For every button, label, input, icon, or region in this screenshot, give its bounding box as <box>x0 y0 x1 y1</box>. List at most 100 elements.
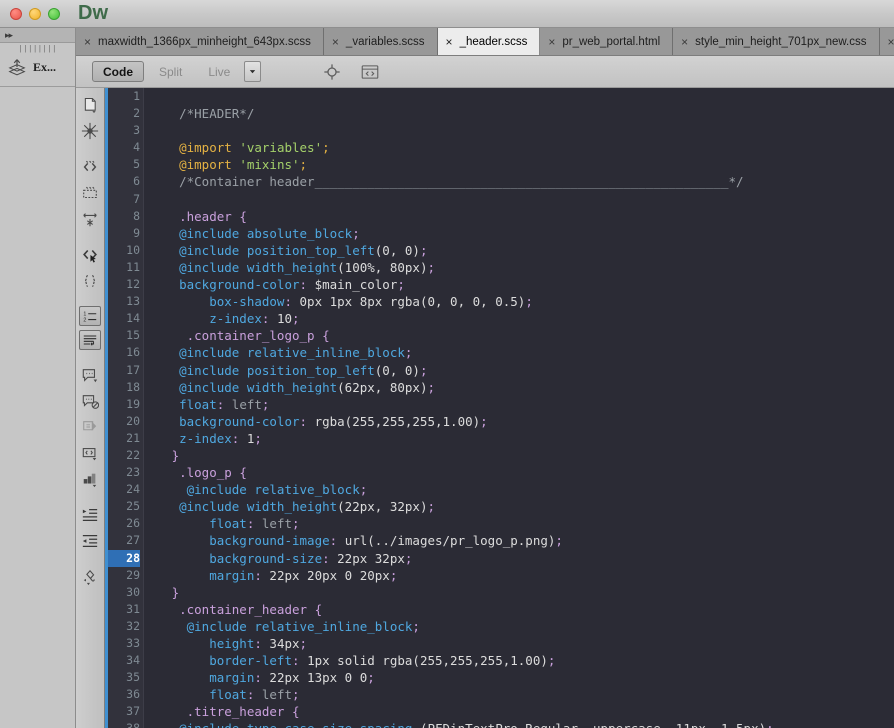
code-line[interactable]: 20 background-color: rgba(255,255,255,1.… <box>108 413 894 430</box>
code-line[interactable]: 3 <box>108 122 894 139</box>
minimize-window-button[interactable] <box>29 8 41 20</box>
code-editor[interactable]: 12 /*HEADER*/3 4 @import 'variables'; 5 @i… <box>108 88 894 728</box>
line-number: 3 <box>133 123 140 138</box>
code-text: float: left; <box>149 516 300 532</box>
document-tab[interactable]: × _header.scss <box>437 28 541 55</box>
code-line[interactable]: 19 float: left; <box>108 396 894 413</box>
tab-close-icon[interactable]: × <box>332 36 339 48</box>
line-number: 34 <box>126 653 140 668</box>
code-text: background-color: rgba(255,255,255,1.00)… <box>149 413 488 429</box>
code-line[interactable]: 37 .titre_header { <box>108 703 894 720</box>
tab-close-icon[interactable]: × <box>446 36 453 48</box>
tab-close-icon[interactable]: × <box>84 36 91 48</box>
left-dock-header[interactable]: ▸▸ <box>0 28 75 43</box>
panel-item-extract[interactable]: Ex... <box>0 55 75 86</box>
document-tab[interactable]: × maxwidth_1366px_minheight_643px.scss <box>76 28 324 55</box>
live-view-dropdown-button[interactable] <box>244 61 262 82</box>
word-wrap-icon[interactable] <box>79 330 101 350</box>
apply-comment-icon[interactable] <box>79 156 101 178</box>
tab-label: _variables.scss <box>345 35 425 48</box>
code-line[interactable]: 26 float: left; <box>108 515 894 532</box>
code-line[interactable]: 31 .container_header { <box>108 601 894 618</box>
document-tab[interactable]: × style_min_height_701px_new.css <box>673 28 880 55</box>
code-line[interactable]: 22 } <box>108 447 894 464</box>
code-line[interactable]: 18 @include width_height(62px, 80px); <box>108 379 894 396</box>
line-number: 8 <box>133 208 140 223</box>
collapse-selection-icon[interactable] <box>79 390 101 412</box>
document-toolbar: Code Split Live <box>76 56 894 88</box>
code-line[interactable]: 36 float: left; <box>108 686 894 703</box>
code-lines[interactable]: 12 /*HEADER*/3 4 @import 'variables'; 5 @i… <box>108 88 894 728</box>
code-line[interactable]: 12 background-color: $main_color; <box>108 276 894 293</box>
code-line[interactable]: 17 @include position_top_left(0, 0); <box>108 362 894 379</box>
line-numbers-icon[interactable]: 1 2 <box>79 306 101 326</box>
code-line[interactable]: 35 margin: 22px 13px 0 0; <box>108 669 894 686</box>
code-line[interactable]: 15 .container_logo_p { <box>108 327 894 344</box>
document-tab[interactable]: × _variables.scss <box>323 28 438 55</box>
code-line[interactable]: 10 @include position_top_left(0, 0); <box>108 242 894 259</box>
panel-body <box>0 87 75 687</box>
code-line[interactable]: 32 @include relative_inline_block; <box>108 618 894 635</box>
code-line[interactable]: 9 @include absolute_block; <box>108 225 894 242</box>
line-number: 32 <box>126 618 140 633</box>
line-number: 2 <box>133 106 140 121</box>
collapse-full-tag-icon[interactable] <box>79 364 101 386</box>
select-parent-tag-icon[interactable] <box>79 244 101 266</box>
code-line[interactable]: 4 @import 'variables'; <box>108 139 894 156</box>
code-view-button[interactable]: Code <box>92 61 144 82</box>
code-line[interactable]: 11 @include width_height(100%, 80px); <box>108 259 894 276</box>
code-line[interactable]: 7 <box>108 191 894 208</box>
code-text: .header { <box>149 208 247 224</box>
code-line[interactable]: 5 @import 'mixins'; <box>108 156 894 173</box>
live-view-target-icon[interactable] <box>323 63 341 81</box>
tab-close-icon[interactable]: × <box>548 36 555 48</box>
code-text: /*HEADER*/ <box>149 106 255 122</box>
code-line[interactable]: 1 <box>108 88 894 105</box>
close-window-button[interactable] <box>10 8 22 20</box>
code-line[interactable]: 6 /*Container header____________________… <box>108 173 894 190</box>
panel-grip[interactable]: |||||||| <box>0 45 75 55</box>
code-text: @include absolute_block; <box>149 225 360 241</box>
balance-braces-icon[interactable] <box>79 270 101 292</box>
expand-panels-icon[interactable]: ▸▸ <box>5 30 13 41</box>
expand-all-icon[interactable] <box>79 416 101 438</box>
line-number: 30 <box>126 584 140 599</box>
code-line[interactable]: 33 height: 34px; <box>108 635 894 652</box>
code-line[interactable]: 29 margin: 22px 20px 0 20px; <box>108 567 894 584</box>
code-line[interactable]: 24 @include relative_block; <box>108 481 894 498</box>
code-line[interactable]: 30 } <box>108 584 894 601</box>
recent-snippets-icon[interactable] <box>79 468 101 490</box>
zoom-window-button[interactable] <box>48 8 60 20</box>
code-line[interactable]: 21 z-index: 1; <box>108 430 894 447</box>
code-line[interactable]: 23 .logo_p { <box>108 464 894 481</box>
tab-close-icon[interactable]: × <box>888 36 894 48</box>
indent-code-icon[interactable] <box>79 504 101 526</box>
document-tab[interactable]: × pr_web_portal.html <box>540 28 674 55</box>
format-source-code-icon[interactable] <box>79 566 101 588</box>
code-line[interactable]: 8 .header { <box>108 208 894 225</box>
code-line[interactable]: 14 z-index: 10; <box>108 310 894 327</box>
remove-comment-icon[interactable] <box>79 182 101 204</box>
document-tab[interactable]: ×p <box>879 28 894 55</box>
code-line[interactable]: 27 background-image: url(../images/pr_lo… <box>108 532 894 549</box>
line-number: 26 <box>126 516 140 531</box>
code-line[interactable]: 16 @include relative_inline_block; <box>108 344 894 361</box>
tab-close-icon[interactable]: × <box>681 36 688 48</box>
highlight-invalid-code-icon[interactable] <box>79 120 101 142</box>
document-tab-bar: × maxwidth_1366px_minheight_643px.scss × _v… <box>0 28 894 56</box>
line-number: 36 <box>126 687 140 702</box>
code-line[interactable]: 38 @include type_case_size_spacing (PFDi… <box>108 720 894 728</box>
move-or-convert-css-icon[interactable] <box>79 442 101 464</box>
live-view-button[interactable]: Live <box>197 61 241 82</box>
code-line[interactable]: 25 @include width_height(22px, 32px); <box>108 498 894 515</box>
code-view-brackets-icon[interactable] <box>361 63 379 81</box>
code-line[interactable]: 34 border-left: 1px solid rgba(255,255,2… <box>108 652 894 669</box>
wrap-tag-icon[interactable] <box>79 208 101 230</box>
code-line[interactable]: 28 background-size: 22px 32px; <box>108 549 894 567</box>
open-documents-icon[interactable] <box>79 94 101 116</box>
split-view-button[interactable]: Split <box>148 61 193 82</box>
tab-strip: × maxwidth_1366px_minheight_643px.scss × _v… <box>76 28 894 55</box>
outdent-code-icon[interactable] <box>79 530 101 552</box>
code-line[interactable]: 13 box-shadow: 0px 1px 8px rgba(0, 0, 0,… <box>108 293 894 310</box>
code-line[interactable]: 2 /*HEADER*/ <box>108 105 894 122</box>
